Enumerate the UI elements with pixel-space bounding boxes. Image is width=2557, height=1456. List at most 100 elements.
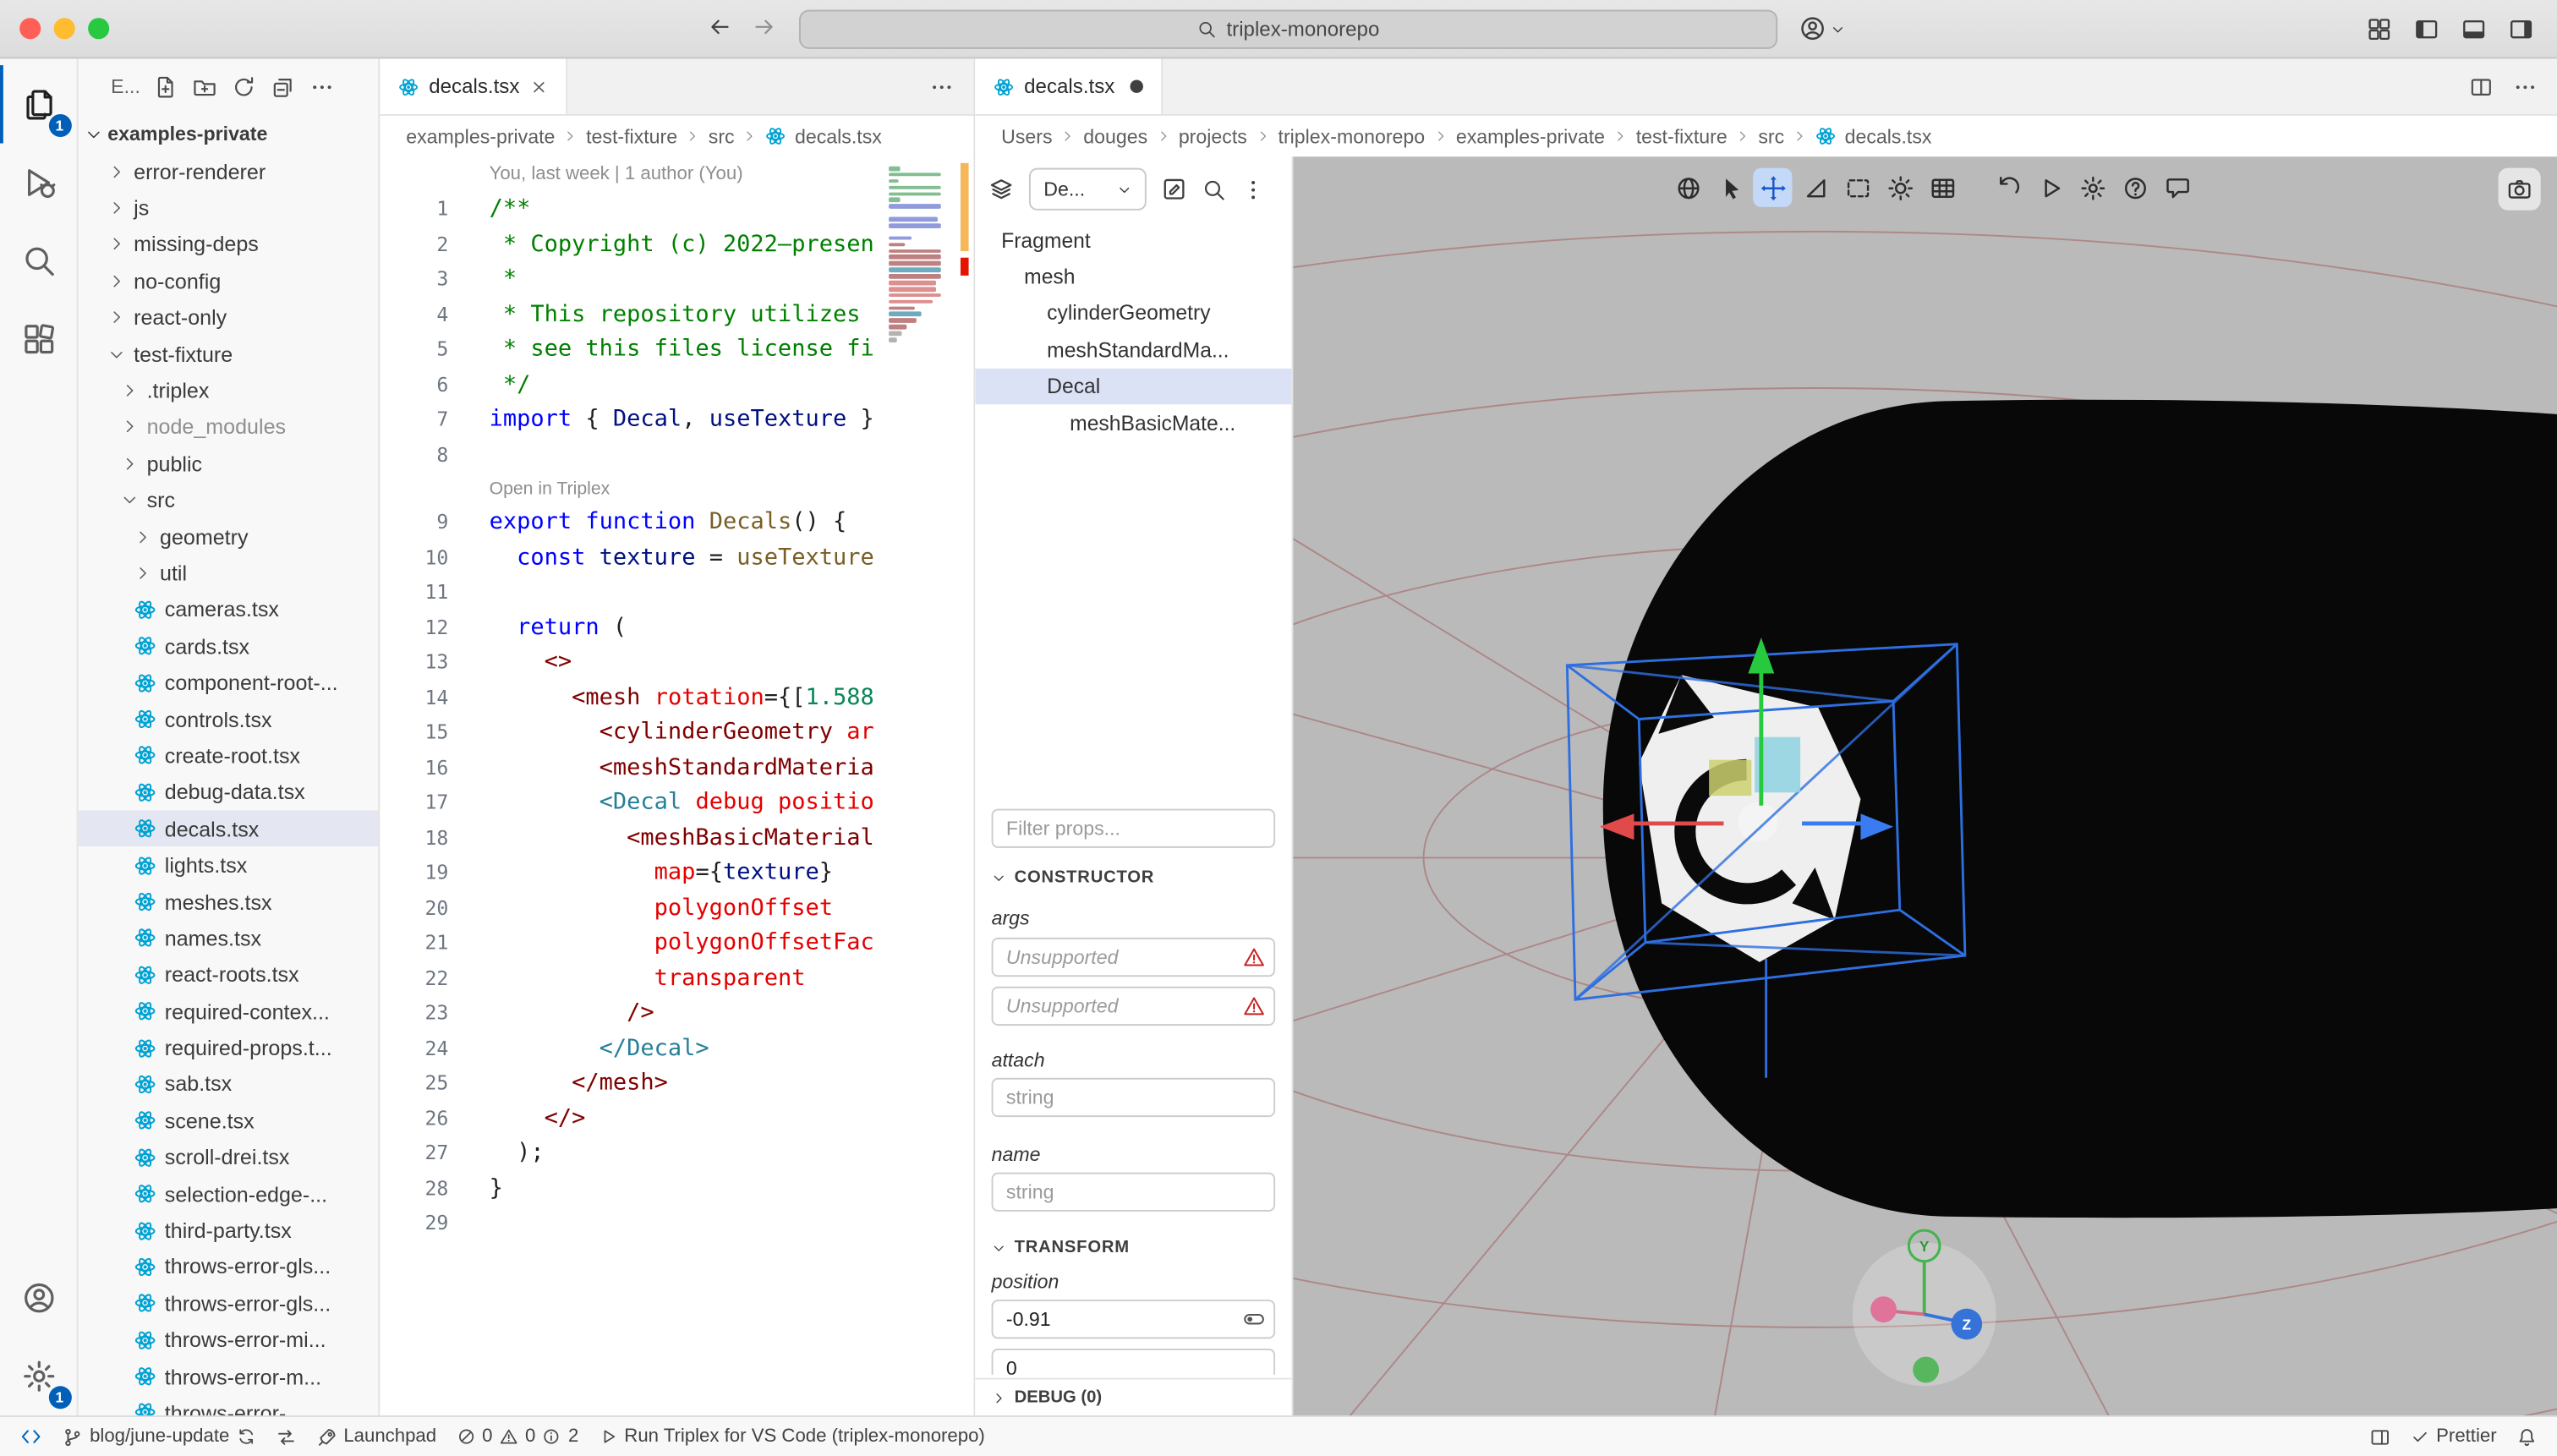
light-tool-button[interactable] xyxy=(1881,168,1919,207)
filter-props-input[interactable] xyxy=(992,809,1276,848)
toggle-secondary-sidebar-icon[interactable] xyxy=(2508,16,2534,42)
explorer-item-decals.tsx[interactable]: decals.tsx xyxy=(79,811,379,847)
explorer-item-required-contex...[interactable]: required-contex... xyxy=(79,993,379,1029)
tab-triplex-decals-tsx[interactable]: decals.tsx xyxy=(975,58,1162,114)
settings-activity-button[interactable]: 1 xyxy=(0,1337,78,1415)
editor-actions-icon[interactable] xyxy=(2513,74,2538,99)
constructor-section-header[interactable]: CONSTRUCTOR xyxy=(992,868,1276,887)
launchpad-status[interactable]: Launchpad xyxy=(306,1417,446,1456)
explorer-item-js[interactable]: js xyxy=(79,189,379,226)
explorer-item-missing-deps[interactable]: missing-deps xyxy=(79,227,379,263)
editor-actions-icon[interactable] xyxy=(929,74,954,99)
tab-decals-tsx[interactable]: decals.tsx xyxy=(380,58,567,114)
explorer-item-create-root.tsx[interactable]: create-root.tsx xyxy=(79,737,379,774)
explorer-item-third-party.tsx[interactable]: third-party.tsx xyxy=(79,1212,379,1249)
translate-tool-button[interactable] xyxy=(1753,168,1792,207)
marquee-tool-button[interactable] xyxy=(1837,168,1876,207)
axis-y-label[interactable]: Y xyxy=(1919,1238,1930,1255)
breadcrumb-item[interactable]: test-fixture xyxy=(1636,125,1727,148)
breadcrumb-item[interactable]: decals.tsx xyxy=(795,125,882,148)
scene-node-cylinderGeometry[interactable]: cylinderGeometry xyxy=(975,295,1291,331)
play-tool-button[interactable] xyxy=(2030,168,2069,207)
explorer-item-util[interactable]: util xyxy=(79,555,379,591)
explorer-item-throws-error-m...[interactable]: throws-error-m... xyxy=(79,1358,379,1394)
explorer-item-throws-error-gls...[interactable]: throws-error-gls... xyxy=(79,1249,379,1285)
scene-layers-icon[interactable] xyxy=(988,176,1015,202)
explorer-item-lights.tsx[interactable]: lights.tsx xyxy=(79,847,379,884)
forward-icon[interactable] xyxy=(752,14,776,39)
explorer-item-throws-error-...[interactable]: throws-error-... xyxy=(79,1394,379,1415)
explorer-item-throws-error-gls...[interactable]: throws-error-gls... xyxy=(79,1285,379,1322)
explorer-item-cameras.tsx[interactable]: cameras.tsx xyxy=(79,591,379,627)
grid-tool-button[interactable] xyxy=(1923,168,1962,207)
explorer-item-required-props.t...[interactable]: required-props.t... xyxy=(79,1030,379,1066)
explorer-item-react-only[interactable]: react-only xyxy=(79,299,379,336)
explorer-item-meshes.tsx[interactable]: meshes.tsx xyxy=(79,884,379,920)
close-window-button[interactable] xyxy=(19,18,41,39)
axis-x-handle[interactable] xyxy=(1870,1296,1897,1322)
account-menu[interactable] xyxy=(1799,14,1846,42)
editor-layout-status[interactable] xyxy=(2359,1417,2400,1456)
explorer-item-throws-error-mi...[interactable]: throws-error-mi... xyxy=(79,1322,379,1358)
component-select[interactable]: De... xyxy=(1029,168,1147,211)
formatter-status[interactable]: Prettier xyxy=(2401,1417,2507,1456)
scene-node-Fragment[interactable]: Fragment xyxy=(975,222,1291,258)
scale-tool-button[interactable] xyxy=(1795,168,1834,207)
collapse-all-icon[interactable] xyxy=(271,74,295,99)
explorer-item-node_modules[interactable]: node_modules xyxy=(79,409,379,446)
settings-tool-button[interactable] xyxy=(2072,168,2111,207)
explorer-item-component-root-...[interactable]: component-root-... xyxy=(79,665,379,701)
breadcrumb-item[interactable]: projects xyxy=(1179,125,1247,148)
globe-tool-button[interactable] xyxy=(1668,168,1707,207)
breadcrumb-item[interactable]: decals.tsx xyxy=(1845,125,1932,148)
remote-indicator[interactable] xyxy=(10,1417,52,1456)
explorer-item-scroll-drei.tsx[interactable]: scroll-drei.tsx xyxy=(79,1139,379,1175)
breadcrumb-item[interactable]: examples-private xyxy=(406,125,555,148)
explorer-item-geometry[interactable]: geometry xyxy=(79,518,379,555)
panel-menu-icon[interactable] xyxy=(1241,177,1266,201)
arg-1-input[interactable] xyxy=(992,987,1276,1026)
minimap[interactable] xyxy=(889,167,954,348)
edit-component-icon[interactable] xyxy=(1161,176,1187,202)
toggle-sidebar-icon[interactable] xyxy=(2413,16,2439,42)
refresh-explorer-icon[interactable] xyxy=(232,74,256,99)
minimize-window-button[interactable] xyxy=(54,18,75,39)
explorer-root-folder[interactable]: examples-private xyxy=(79,114,379,153)
explorer-item-error-renderer[interactable]: error-renderer xyxy=(79,153,379,189)
titlebar-search[interactable]: triplex-monorepo xyxy=(799,10,1777,49)
feedback-tool-button[interactable] xyxy=(2157,168,2196,207)
explorer-item-public[interactable]: public xyxy=(79,446,379,482)
breadcrumb-item[interactable]: examples-private xyxy=(1456,125,1605,148)
orientation-gizmo[interactable]: Y Z xyxy=(1853,1230,1996,1386)
new-file-icon[interactable] xyxy=(153,74,178,99)
undo-tool-button[interactable] xyxy=(1988,168,2027,207)
breadcrumb-item[interactable]: test-fixture xyxy=(586,125,677,148)
search-activity-button[interactable] xyxy=(0,222,78,300)
search-scene-icon[interactable] xyxy=(1202,177,1226,201)
scene-node-meshStandardMa[interactable]: meshStandardMa... xyxy=(975,331,1291,368)
more-actions-icon[interactable] xyxy=(309,74,334,99)
run-triplex-status[interactable]: Run Triplex for VS Code (triplex-monorep… xyxy=(589,1417,995,1456)
explorer-item-src[interactable]: src xyxy=(79,482,379,518)
axis-z-label[interactable]: Z xyxy=(1963,1316,1972,1333)
notifications-bell[interactable] xyxy=(2506,1417,2547,1456)
breadcrumb-item[interactable]: douges xyxy=(1083,125,1147,148)
explorer-item-selection-edge-...[interactable]: selection-edge-... xyxy=(79,1175,379,1212)
problems-status[interactable]: 0 0 2 xyxy=(446,1417,589,1456)
explorer-item-no-config[interactable]: no-config xyxy=(79,263,379,299)
arg-0-input[interactable] xyxy=(992,938,1276,977)
3d-scene[interactable]: Y Z xyxy=(1293,156,2557,1415)
scene-node-meshBasicMate[interactable]: meshBasicMate... xyxy=(975,404,1291,441)
attach-input[interactable] xyxy=(992,1078,1276,1117)
position-y-input[interactable] xyxy=(992,1349,1276,1375)
close-tab-icon[interactable] xyxy=(529,78,547,96)
breadcrumb-item[interactable]: Users xyxy=(1001,125,1052,148)
3d-viewport[interactable]: Y Z xyxy=(1293,156,2557,1415)
camera-settings-button[interactable] xyxy=(2499,168,2541,211)
split-editor-icon[interactable] xyxy=(2469,74,2494,99)
explorer-item-debug-data.tsx[interactable]: debug-data.tsx xyxy=(79,774,379,810)
explorer-item-test-fixture[interactable]: test-fixture xyxy=(79,336,379,372)
explorer-item-controls.tsx[interactable]: controls.tsx xyxy=(79,701,379,737)
customize-layout-icon[interactable] xyxy=(2366,16,2392,42)
scene-node-Decal[interactable]: Decal xyxy=(975,368,1291,404)
